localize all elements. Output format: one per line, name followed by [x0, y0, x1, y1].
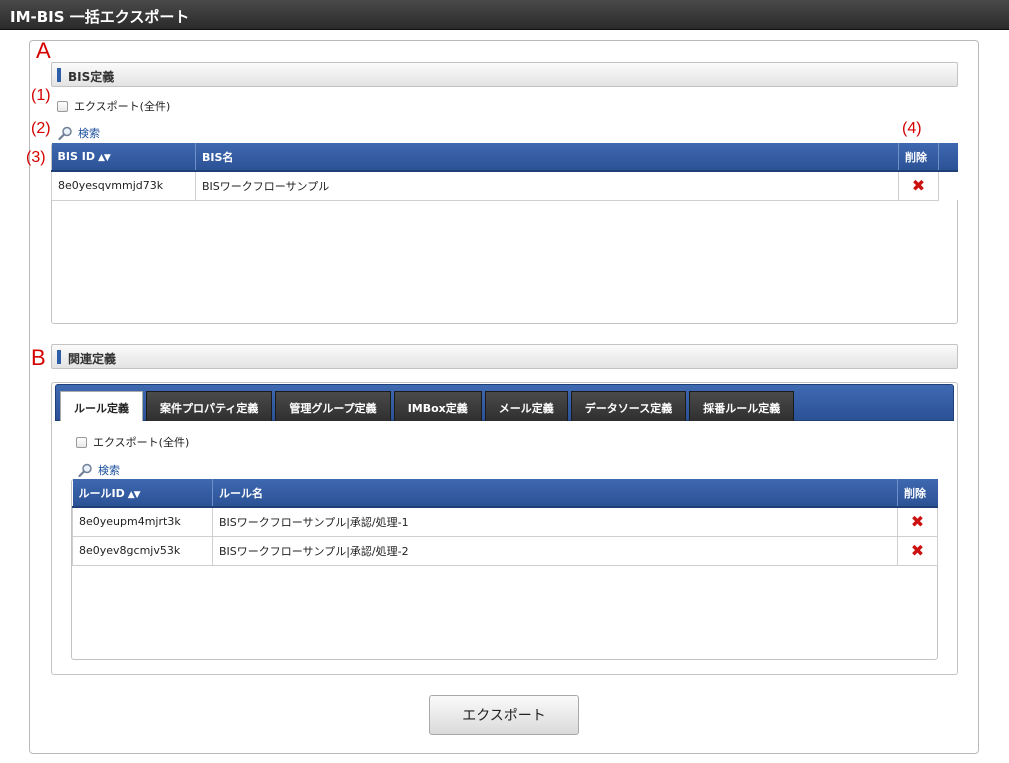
- tab-rule[interactable]: ルール定義: [60, 391, 143, 421]
- bis-name-cell: BISワークフローサンプル: [195, 170, 899, 201]
- bis-header-spacer: [938, 143, 958, 172]
- rule-delete-column-header: 削除: [897, 479, 938, 508]
- search-icon: [58, 126, 72, 140]
- tab-case-property[interactable]: 案件プロパティ定義: [146, 391, 273, 421]
- bis-id-cell: 8e0yesqvmmjd73k: [51, 170, 196, 201]
- delete-icon[interactable]: ✖: [911, 541, 924, 560]
- rule-search-label: 検索: [98, 464, 120, 477]
- tab-numbering-rule[interactable]: 採番ルール定義: [689, 391, 795, 421]
- marker-3: (3): [26, 149, 46, 166]
- marker-1: (1): [31, 87, 51, 104]
- marker-b: B: [31, 345, 46, 370]
- window-title: IM-BIS 一括エクスポート: [0, 0, 1009, 30]
- bis-search-link[interactable]: 検索: [58, 125, 100, 141]
- checkbox-box[interactable]: [57, 100, 68, 112]
- tab-admin-group[interactable]: 管理グループ定義: [275, 391, 391, 421]
- rule-export-all-label: エクスポート(全件): [93, 436, 190, 449]
- rule-id-cell: 8e0yeupm4mjrt3k: [72, 506, 213, 537]
- tab-mail[interactable]: メール定義: [484, 391, 568, 421]
- related-tab-bar: ルール定義 案件プロパティ定義 管理グループ定義 IMBox定義 メール定義 デ…: [55, 384, 954, 421]
- rule-id-column-header[interactable]: ルールID ▲▼: [72, 479, 213, 508]
- marker-4: (4): [902, 120, 922, 137]
- related-section-header: 関連定義: [51, 344, 958, 369]
- bis-delete-column-header: 削除: [898, 143, 939, 172]
- delete-icon[interactable]: ✖: [911, 512, 924, 531]
- sort-icon[interactable]: ▲▼: [128, 490, 141, 500]
- bis-name-column-header: BIS名: [195, 143, 899, 172]
- row-spacer: [938, 171, 958, 200]
- bis-id-column-header[interactable]: BIS ID ▲▼: [51, 143, 196, 172]
- delete-cell: ✖: [897, 535, 938, 566]
- marker-a: A: [36, 38, 51, 63]
- rule-id-cell: 8e0yev8gcmjv53k: [72, 535, 213, 566]
- search-icon: [78, 463, 92, 477]
- rule-table-header-row: ルールID ▲▼ ルール名 削除: [72, 479, 938, 508]
- bis-table: BIS ID ▲▼ BIS名 削除 8e0yesqvmmjd73k BISワークフ…: [51, 143, 958, 201]
- table-row: 8e0yeupm4mjrt3k BISワークフローサンプル|承認/処理-1 ✖: [72, 506, 938, 537]
- related-section-title: 関連定義: [68, 352, 117, 366]
- tab-datasource[interactable]: データソース定義: [570, 391, 687, 421]
- marker-2: (2): [31, 120, 51, 137]
- table-row: 8e0yesqvmmjd73k BISワークフローサンプル ✖: [51, 170, 958, 201]
- rule-name-cell: BISワークフローサンプル|承認/処理-2: [212, 535, 898, 566]
- delete-cell: ✖: [897, 506, 938, 537]
- sort-icon[interactable]: ▲▼: [98, 153, 111, 163]
- bis-export-all-label: エクスポート(全件): [74, 100, 171, 113]
- bis-export-all-checkbox[interactable]: エクスポート(全件): [57, 98, 170, 114]
- bis-section-title: BIS定義: [68, 70, 115, 84]
- table-row: 8e0yev8gcmjv53k BISワークフローサンプル|承認/処理-2 ✖: [72, 535, 938, 566]
- delete-cell: ✖: [898, 170, 939, 201]
- checkbox-box[interactable]: [76, 436, 87, 448]
- export-button[interactable]: エクスポート: [429, 695, 579, 735]
- delete-icon[interactable]: ✖: [912, 176, 925, 195]
- tab-imbox[interactable]: IMBox定義: [393, 391, 482, 421]
- bis-section-header: BIS定義: [51, 62, 958, 87]
- bis-table-header-row: BIS ID ▲▼ BIS名 削除: [51, 143, 958, 172]
- bis-search-label: 検索: [78, 127, 100, 140]
- rule-name-cell: BISワークフローサンプル|承認/処理-1: [212, 506, 898, 537]
- rule-name-column-header: ルール名: [212, 479, 898, 508]
- rule-search-link[interactable]: 検索: [78, 462, 120, 478]
- rule-export-all-checkbox[interactable]: エクスポート(全件): [76, 434, 189, 450]
- rule-table: ルールID ▲▼ ルール名 削除 8e0yeupm4mjrt3k BISワークフロ…: [72, 479, 938, 566]
